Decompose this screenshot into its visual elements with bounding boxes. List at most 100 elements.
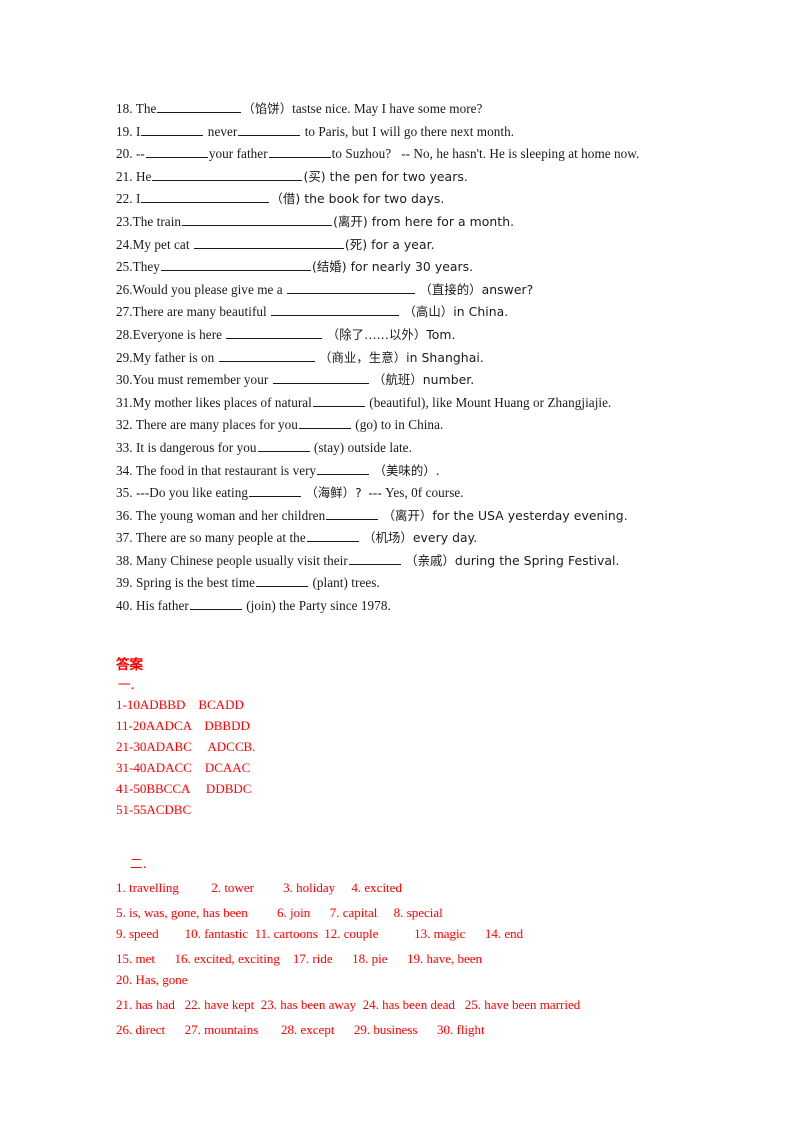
answer-blank[interactable] [348, 552, 401, 565]
answer-blank[interactable] [257, 439, 310, 452]
question-item-22: 22. I （借) the book for two days. [116, 188, 732, 211]
question-19-mid: never [207, 123, 238, 139]
answer-blank[interactable] [256, 574, 309, 588]
question-34-prefix: 34. The food in that restaurant is very [116, 462, 317, 478]
question-33-prefix: 33. It is dangerous for you [116, 439, 257, 455]
question-39-suffix: (plant) trees. [312, 575, 380, 591]
question-25-suffix: (结婚) for nearly 30 years. [311, 259, 474, 275]
question-40-suffix: (join) the Party since 1978. [246, 598, 391, 614]
answer-blank[interactable] [226, 326, 323, 339]
question-21-prefix: 21. He [116, 168, 152, 184]
question-18-hint: （馅饼） [242, 101, 293, 116]
question-item-20: 20. -- your father to Suzhou? -- No, he ha… [116, 143, 732, 166]
question-32-prefix: 32. There are many places for you [116, 417, 298, 433]
answer-choice-line: 1-10ADBBD BCADD [116, 696, 244, 712]
answer-blank[interactable] [249, 484, 301, 498]
question-22-suffix: （借) the book for two days. [270, 191, 445, 207]
question-item-31: 31.My mother likes places of natural (be… [116, 392, 732, 415]
question-item-28: 28.Everyone is here （除了……以外）Tom. [116, 324, 732, 347]
question-item-40: 40. His father (join) the Party since 19… [116, 595, 732, 618]
question-37-suffix: （机场）every day. [363, 530, 478, 546]
answer-blank[interactable] [141, 123, 204, 136]
answer-blank[interactable] [238, 123, 301, 136]
question-item-36: 36. The young woman and her children （离开… [116, 505, 732, 528]
answer-blank[interactable] [326, 507, 379, 520]
question-35-suffix: （海鲜）? [305, 485, 362, 501]
question-30-suffix: （航班）number. [373, 372, 475, 388]
answer-section-one-marker: 一. [118, 676, 135, 692]
question-item-35: 35. ---Do you like eating （海鲜）? --- Yes,… [116, 482, 732, 505]
answer-blank[interactable] [160, 258, 311, 272]
answer-choice-line: 51-55ACDBC [116, 801, 192, 817]
question-27-suffix: （高山）in China. [403, 304, 509, 320]
question-24-suffix: (死) for a year. [344, 236, 435, 252]
question-26-suffix: （直接的）answer? [419, 281, 534, 297]
question-31-prefix: 31.My mother likes places of natural [116, 394, 312, 410]
question-31-suffix: (beautiful), like Mount Huang or Zhangji… [369, 394, 612, 410]
answer-blank[interactable] [271, 303, 400, 317]
answer-blank[interactable] [141, 190, 270, 204]
question-37-prefix: 37. There are so many people at the [116, 530, 306, 546]
question-40-prefix: 40. His father [116, 598, 189, 614]
answer-blank[interactable] [272, 371, 369, 385]
answer-blank[interactable] [182, 213, 333, 226]
answer-blank[interactable] [152, 168, 303, 181]
question-28-suffix: （除了……以外）Tom. [326, 326, 456, 342]
answer-blank[interactable] [157, 100, 242, 113]
question-35-tail: --- Yes, 0f course. [368, 485, 464, 501]
question-item-24: 24.My pet cat (死) for a year. [116, 234, 732, 257]
question-22-prefix: 22. I [116, 191, 141, 207]
question-item-33: 33. It is dangerous for you (stay) outsi… [116, 437, 732, 460]
question-23-prefix: 23.The train [116, 213, 182, 229]
answer-blank[interactable] [189, 597, 242, 611]
answer-word-line: 15. met 16. excited, exciting 17. ride 1… [116, 950, 483, 966]
question-29-prefix: 29.My father is on [116, 349, 215, 365]
question-23-suffix: (离开) from here for a month. [333, 213, 515, 229]
answer-blank[interactable] [317, 462, 370, 475]
answer-blank[interactable] [298, 416, 351, 430]
answer-word-line: 5. is, was, gone, has been 6. join 7. ca… [116, 904, 443, 920]
answer-blank[interactable] [287, 281, 416, 294]
questions-section: 18. The （馅饼）tastse nice. May I have some … [116, 98, 732, 618]
question-item-19: 19. I never to Paris, but I will go ther… [116, 121, 732, 144]
answer-choice-line: 31-40ADACC DCAAC [116, 759, 251, 775]
question-38-prefix: 38. Many Chinese people usually visit th… [116, 552, 348, 568]
question-30-prefix: 30.You must remember your [116, 372, 269, 388]
answer-section-two-marker: 二. [130, 855, 147, 871]
answer-word-line: 21. has had 22. have kept 23. has been a… [116, 996, 581, 1012]
question-item-18: 18. The （馅饼）tastse nice. May I have some … [116, 98, 732, 121]
answer-blank[interactable] [312, 394, 365, 407]
question-item-26: 26.Would you please give me a （直接的）answe… [116, 279, 732, 302]
question-24-prefix: 24.My pet cat [116, 236, 190, 252]
question-20-tail: -- No, he hasn't. He is sleeping at home… [401, 146, 640, 162]
question-item-34: 34. The food in that restaurant is very … [116, 460, 732, 483]
answer-section-spacer [116, 820, 732, 854]
question-item-39: 39. Spring is the best time (plant) tree… [116, 572, 732, 595]
answer-blank[interactable] [145, 145, 208, 159]
question-item-30: 30.You must remember your （航班）number. [116, 369, 732, 392]
answer-blank[interactable] [193, 236, 344, 249]
worksheet-page: 18. The （馅饼）tastse nice. May I have some … [0, 0, 794, 1123]
answer-blank[interactable] [218, 349, 315, 362]
answer-word-line: 20. Has, gone [116, 971, 188, 987]
question-item-32: 32. There are many places for you (go) t… [116, 414, 732, 437]
answer-blank[interactable] [306, 529, 359, 543]
question-20-mid: your father [208, 146, 268, 162]
answer-blank[interactable] [268, 145, 331, 159]
answer-choice-line: 21-30ADABC ADCCB. [116, 738, 256, 754]
question-33-suffix: (stay) outside late. [313, 439, 412, 455]
question-19-suffix: to Paris, but I will go there next month… [304, 123, 515, 139]
answer-choice-line: 11-20AADCA DBBDD [116, 717, 250, 733]
answer-word-line: 1. travelling 2. tower 3. holiday 4. exc… [116, 879, 402, 895]
question-36-suffix: （离开）for the USA yesterday evening. [382, 507, 628, 523]
question-32-suffix: (go) to in China. [355, 417, 444, 433]
question-item-37: 37. There are so many people at the （机场）… [116, 527, 732, 550]
question-36-prefix: 36. The young woman and her children [116, 507, 326, 523]
question-25-prefix: 25.They [116, 259, 160, 275]
question-19-prefix: 19. I [116, 123, 141, 139]
answer-word-line: 9. speed 10. fantastic 11. cartoons 12. … [116, 925, 524, 941]
question-38-suffix: （亲戚）during the Spring Festival. [405, 552, 620, 568]
question-item-29: 29.My father is on （商业，生意）in Shanghai. [116, 347, 732, 370]
question-21-suffix: (买) the pen for two years. [303, 168, 468, 184]
